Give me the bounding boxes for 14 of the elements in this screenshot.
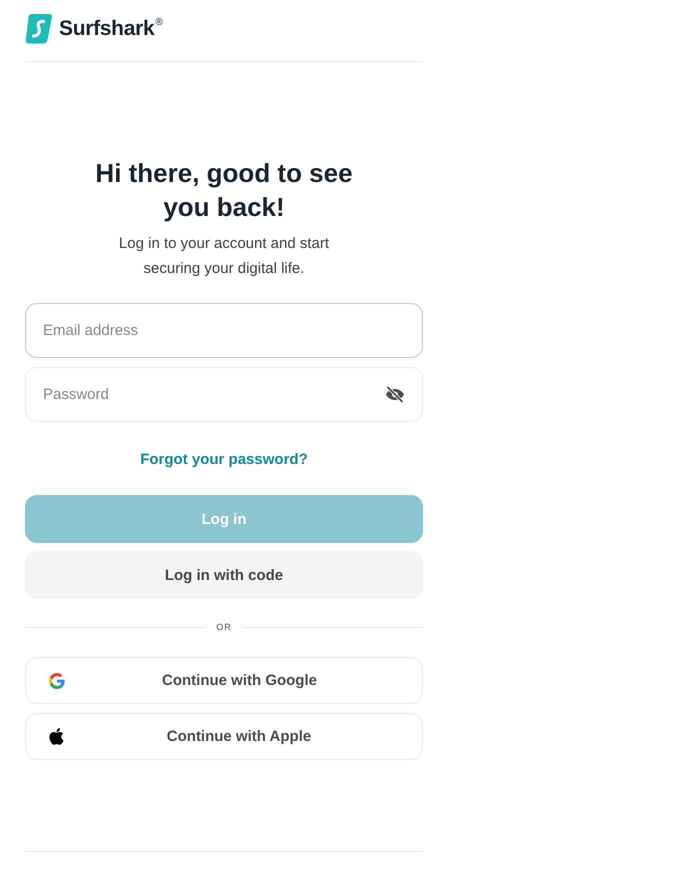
forgot-password-link[interactable]: Forgot your password?	[140, 450, 308, 470]
password-field[interactable]: Password	[25, 367, 423, 422]
google-login-button[interactable]: Continue with Google	[25, 657, 423, 704]
brand-name: Surfshark$^{®}$	[59, 16, 162, 40]
logo-icon	[25, 12, 52, 44]
subtitle: Log in to your account and start securing your digital life.	[118, 234, 330, 279]
apple-icon	[49, 728, 64, 746]
eye-slash-icon[interactable]	[385, 386, 405, 403]
page-title: Hi there, good to see you back!	[94, 157, 354, 224]
google-logo-icon	[49, 672, 65, 688]
login-with-code-button[interactable]: Log in with code	[25, 551, 423, 599]
or-label: OR	[216, 621, 232, 633]
apple-login-button[interactable]: Continue with Apple	[25, 713, 423, 760]
email-field[interactable]: Email address	[25, 303, 423, 358]
